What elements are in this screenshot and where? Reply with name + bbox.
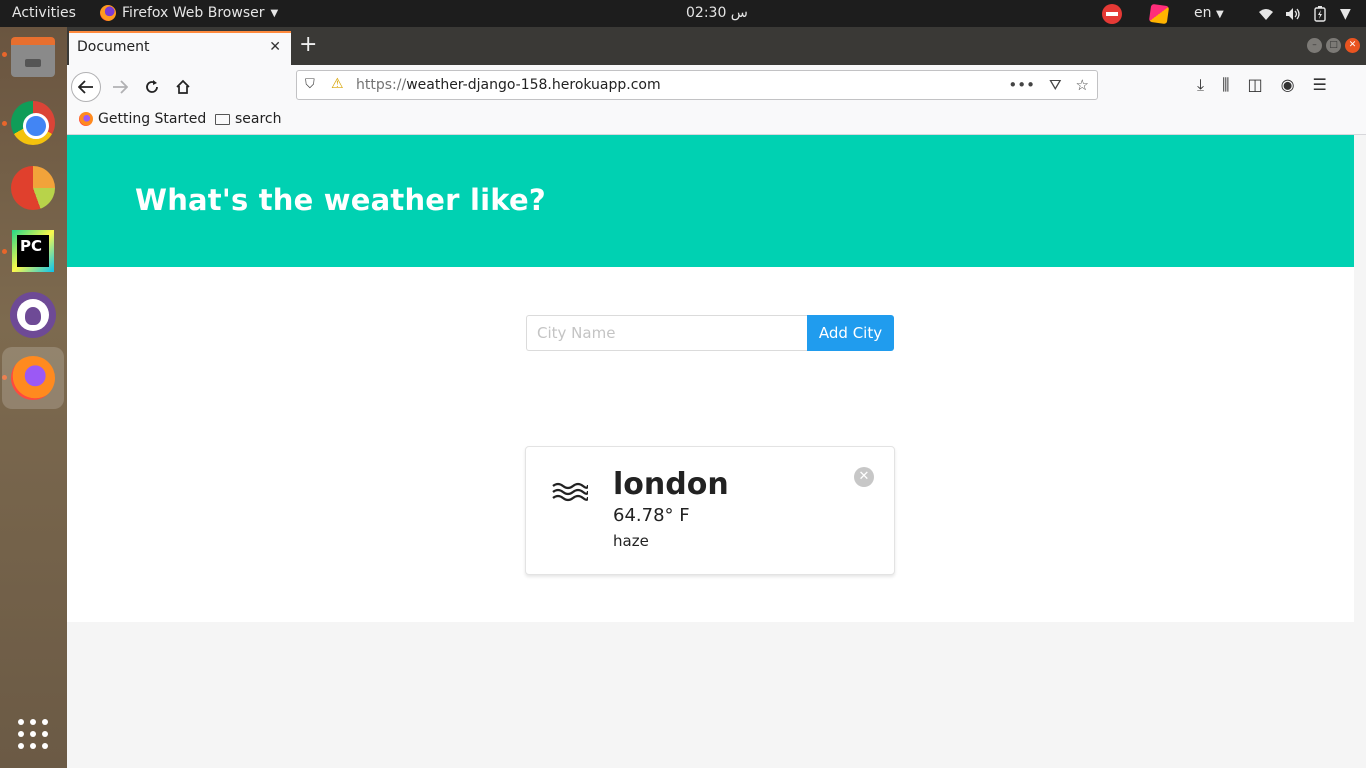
bookmark-label: search	[235, 111, 282, 127]
close-tab-icon[interactable]: ✕	[269, 39, 281, 55]
sidebar-icon[interactable]: ◫	[1247, 75, 1262, 95]
bookmark-star-icon[interactable]: ☆	[1076, 76, 1089, 94]
url-host: weather-django-158.herokuapp.com	[406, 77, 661, 93]
minimize-icon[interactable]: –	[1307, 38, 1322, 53]
url-text[interactable]: https://weather-django-158.herokuapp.com	[356, 77, 661, 93]
address-bar[interactable]: ⛉ ⚠ https://weather-django-158.herokuapp…	[296, 70, 1098, 100]
browser-window: Document ✕ + – □ ✕ ⛉ ⚠ https://weather-d…	[67, 27, 1366, 768]
firefox-icon	[100, 5, 116, 21]
tab-strip: Document ✕ + – □ ✕	[67, 27, 1366, 65]
language-indicator[interactable]: en ▼	[1194, 5, 1224, 21]
bookmark-folder-search[interactable]: search	[215, 111, 282, 127]
weather-card: london 64.78° F haze ✕	[525, 446, 895, 575]
insecure-warning-icon[interactable]: ⚠	[331, 76, 344, 92]
running-indicator	[2, 121, 7, 126]
city-name-input[interactable]	[526, 315, 808, 351]
firefox-icon	[79, 112, 93, 126]
system-top-bar: Activities Firefox Web Browser ▼ 02:30 س…	[0, 0, 1366, 27]
firefox-app-icon[interactable]	[2, 347, 64, 409]
page-title: What's the weather like?	[135, 183, 546, 217]
home-icon[interactable]	[168, 72, 198, 102]
navigation-toolbar: ⛉ ⚠ https://weather-django-158.herokuapp…	[67, 65, 1366, 107]
pie-chart-app-icon[interactable]	[9, 164, 57, 212]
back-arrow-icon[interactable]	[71, 72, 101, 102]
haze-icon	[552, 482, 588, 502]
maximize-icon[interactable]: □	[1326, 38, 1341, 53]
delete-city-icon[interactable]: ✕	[854, 467, 874, 487]
toolbar-right: ⤓ ⫼ ◫ ◉ ☰	[1197, 75, 1327, 95]
forward-arrow-icon[interactable]	[105, 72, 135, 102]
chevron-down-icon: ▼	[1215, 9, 1224, 20]
hero-banner: What's the weather like?	[67, 135, 1354, 267]
weather-description: haze	[613, 532, 649, 550]
tab-title: Document	[77, 39, 150, 55]
downloads-icon[interactable]: ⤓	[1197, 75, 1204, 95]
app-menu-label: Firefox Web Browser	[122, 5, 265, 21]
city-name: london	[613, 467, 729, 502]
do-not-disturb-icon[interactable]	[1102, 4, 1122, 24]
folder-icon	[215, 113, 230, 125]
account-icon[interactable]: ◉	[1281, 75, 1295, 95]
battery-icon[interactable]	[1314, 4, 1326, 24]
window-controls: – □ ✕	[1307, 38, 1360, 53]
scrollbar-track[interactable]	[1354, 135, 1366, 768]
bookmark-label: Getting Started	[98, 111, 207, 127]
library-icon[interactable]: ⫼	[1222, 75, 1229, 95]
app-menu[interactable]: Firefox Web Browser ▼	[100, 5, 278, 21]
github-desktop-app-icon[interactable]	[9, 291, 57, 339]
pycharm-app-icon[interactable]: PC	[9, 227, 57, 275]
clock[interactable]: 02:30 س	[686, 5, 748, 21]
new-tab-icon[interactable]: +	[299, 32, 317, 57]
tab-document[interactable]: Document ✕	[69, 31, 291, 65]
tracking-shield-icon[interactable]: ⛉	[305, 77, 315, 92]
app-indicator-icon[interactable]	[1148, 3, 1170, 25]
temperature: 64.78° F	[613, 505, 690, 526]
running-indicator	[2, 249, 7, 254]
url-protocol: https://	[356, 77, 407, 93]
dock: PC	[0, 27, 67, 768]
bookmarks-toolbar: Getting Started search	[67, 107, 1366, 135]
chrome-app-icon[interactable]	[9, 99, 57, 147]
wifi-icon[interactable]	[1258, 4, 1274, 24]
page-actions-icon[interactable]: •••	[1008, 76, 1035, 94]
pocket-icon[interactable]: ⛛	[1049, 76, 1062, 94]
web-page: What's the weather like? Add City london…	[67, 135, 1354, 768]
main-section: Add City london 64.78° F haze ✕	[67, 267, 1354, 622]
chevron-down-icon: ▼	[270, 7, 279, 19]
language-label: en	[1194, 5, 1212, 21]
bookmark-getting-started[interactable]: Getting Started	[79, 111, 206, 127]
show-applications-icon[interactable]	[9, 710, 57, 758]
hamburger-menu-icon[interactable]: ☰	[1313, 75, 1327, 95]
volume-icon[interactable]	[1285, 4, 1301, 24]
reload-icon[interactable]	[137, 72, 167, 102]
close-window-icon[interactable]: ✕	[1345, 38, 1360, 53]
files-app-icon[interactable]	[9, 33, 57, 81]
activities-button[interactable]: Activities	[12, 5, 76, 21]
system-menu-chevron-icon[interactable]: ▼	[1340, 4, 1351, 24]
add-city-button[interactable]: Add City	[807, 315, 894, 351]
running-indicator	[2, 52, 7, 57]
